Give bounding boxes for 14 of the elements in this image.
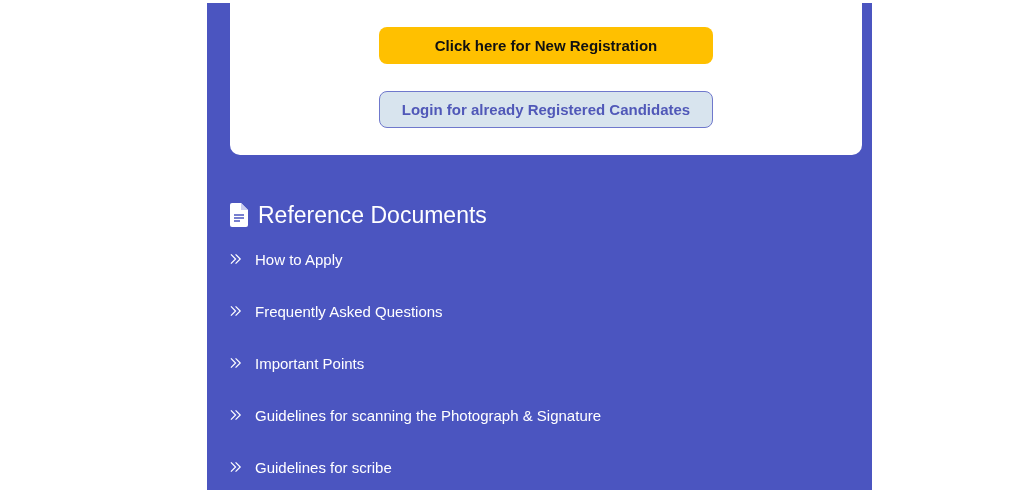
double-chevron-icon [230, 461, 243, 473]
double-chevron-icon [230, 357, 243, 369]
document-link[interactable]: Important Points [255, 354, 365, 372]
document-link[interactable]: How to Apply [255, 250, 343, 268]
login-button[interactable]: Login for already Registered Candidates [379, 91, 713, 128]
double-chevron-icon [230, 409, 243, 421]
document-icon [230, 203, 248, 227]
document-link[interactable]: Guidelines for scanning the Photograph & Signature [255, 406, 602, 424]
double-chevron-icon [230, 305, 243, 317]
document-link[interactable]: Guidelines for scribe [255, 458, 392, 476]
section-title: Reference Documents [258, 201, 487, 229]
document-link[interactable]: Frequently Asked Questions [255, 302, 443, 320]
new-registration-button[interactable]: Click here for New Registration [379, 27, 713, 64]
double-chevron-icon [230, 253, 243, 265]
